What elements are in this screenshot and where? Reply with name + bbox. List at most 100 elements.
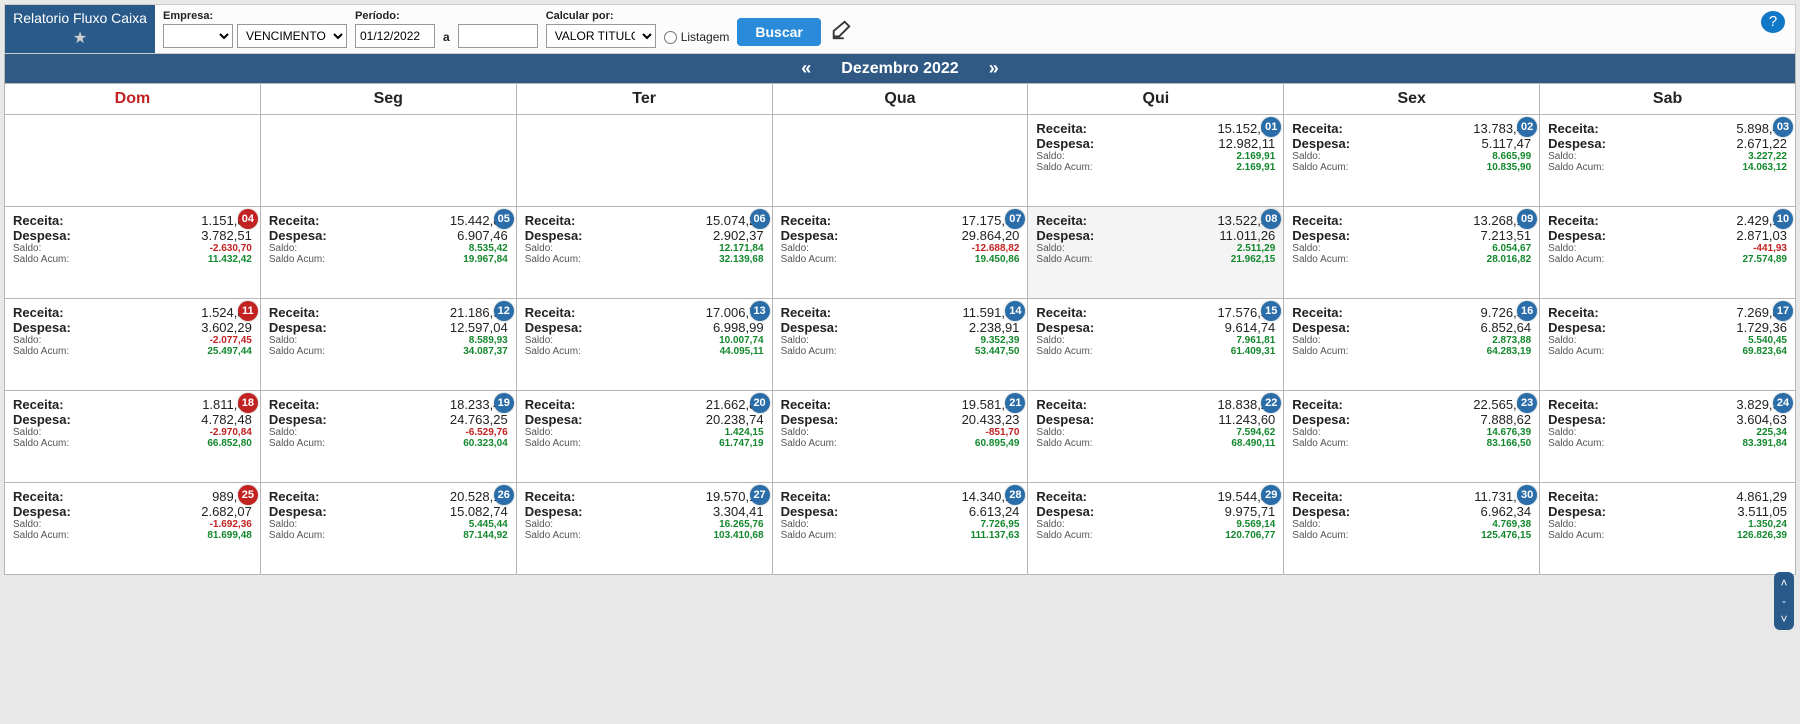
day-row: Receita:19.581,53	[781, 397, 1020, 412]
day-04[interactable]: 04Receita:1.151,81Despesa:3.782,51Saldo:…	[5, 207, 261, 299]
day-29[interactable]: 29Receita:19.544,85Despesa:9.975,71Saldo…	[1028, 483, 1284, 575]
row-label: Saldo Acum:	[1036, 438, 1092, 449]
date-from-input[interactable]	[355, 24, 435, 48]
row-label: Receita:	[1548, 397, 1599, 412]
pager-mid-icon[interactable]: -	[1782, 594, 1786, 608]
day-16[interactable]: 16Receita:9.726,52Despesa:6.852,64Saldo:…	[1284, 299, 1540, 391]
day-row: Despesa:6.613,24	[781, 504, 1020, 519]
row-value: 7.726,95	[980, 519, 1019, 530]
empresa-select[interactable]	[163, 24, 233, 48]
row-label: Saldo:	[1036, 243, 1064, 254]
prev-month-button[interactable]: «	[801, 58, 811, 79]
day-28[interactable]: 28Receita:14.340,19Despesa:6.613,24Saldo…	[773, 483, 1029, 575]
day-27[interactable]: 27Receita:19.570,17Despesa:3.304,41Saldo…	[517, 483, 773, 575]
calc-label: Calcular por:	[546, 10, 656, 22]
day-row: Saldo Acum:83.166,50	[1292, 438, 1531, 449]
day-30[interactable]: 30Receita:11.731,72Despesa:6.962,34Saldo…	[1284, 483, 1540, 575]
row-label: Despesa:	[1548, 320, 1606, 335]
day-20[interactable]: 20Receita:21.662,89Despesa:20.238,74Sald…	[517, 391, 773, 483]
day-03[interactable]: 03Receita:5.898,44Despesa:2.671,22Saldo:…	[1540, 115, 1796, 207]
day-07[interactable]: 07Receita:17.175,38Despesa:29.864,20Sald…	[773, 207, 1029, 299]
day-row: Receita:22.565,01	[1292, 397, 1531, 412]
day-02[interactable]: 02Receita:13.783,46Despesa:5.117,47Saldo…	[1284, 115, 1540, 207]
row-value: 3.604,63	[1736, 412, 1787, 427]
day-row: Saldo Acum:66.852,80	[13, 438, 252, 449]
day-12[interactable]: 12Receita:21.186,97Despesa:12.597,04Sald…	[261, 299, 517, 391]
day-06[interactable]: 06Receita:15.074,21Despesa:2.902,37Saldo…	[517, 207, 773, 299]
day-18[interactable]: 18Receita:1.811,64Despesa:4.782,48Saldo:…	[5, 391, 261, 483]
row-label: Receita:	[525, 397, 576, 412]
row-value: 10.835,90	[1487, 162, 1532, 173]
day-badge: 05	[494, 209, 514, 229]
day-26[interactable]: 26Receita:20.528,18Despesa:15.082,74Sald…	[261, 483, 517, 575]
day-row: Saldo:2.169,91	[1036, 151, 1275, 162]
next-month-button[interactable]: »	[989, 58, 999, 79]
empresa-label: Empresa:	[163, 10, 347, 22]
day-13[interactable]: 13Receita:17.006,73Despesa:6.998,99Saldo…	[517, 299, 773, 391]
day-23[interactable]: 23Receita:22.565,01Despesa:7.888,62Saldo…	[1284, 391, 1540, 483]
day-row: Despesa:7.213,51	[1292, 228, 1531, 243]
day-row: Saldo Acum:68.490,11	[1036, 438, 1275, 449]
day-row: Saldo:-441,93	[1548, 243, 1787, 254]
day-08[interactable]: 08Receita:13.522,55Despesa:11.011,26Sald…	[1028, 207, 1284, 299]
row-label: Despesa:	[1548, 228, 1606, 243]
day-badge: 28	[1005, 485, 1025, 505]
pager-up-icon[interactable]: ˄	[1780, 576, 1787, 590]
day-14[interactable]: 14Receita:11.591,30Despesa:2.238,91Saldo…	[773, 299, 1029, 391]
row-label: Despesa:	[1292, 136, 1350, 151]
row-value: 3.304,41	[713, 504, 764, 519]
day-15[interactable]: 15Receita:17.576,55Despesa:9.614,74Saldo…	[1028, 299, 1284, 391]
day-31[interactable]: Receita:4.861,29Despesa:3.511,05Saldo:1.…	[1540, 483, 1796, 575]
buscar-button[interactable]: Buscar	[737, 18, 820, 46]
row-value: 87.144,92	[463, 530, 508, 541]
favorite-star-icon[interactable]: ★	[73, 28, 87, 48]
row-label: Saldo:	[1036, 519, 1064, 530]
row-label: Despesa:	[781, 228, 839, 243]
row-label: Saldo Acum:	[781, 438, 837, 449]
day-21[interactable]: 21Receita:19.581,53Despesa:20.433,23Sald…	[773, 391, 1029, 483]
vencimento-select[interactable]: VENCIMENTO	[237, 24, 347, 48]
day-row: Saldo Acum:60.323,04	[269, 438, 508, 449]
pager-down-icon[interactable]: ˅	[1780, 612, 1787, 626]
day-badge: 20	[750, 393, 770, 413]
row-label: Saldo Acum:	[525, 530, 581, 541]
day-row: Saldo:14.676,39	[1292, 427, 1531, 438]
row-label: Saldo:	[525, 243, 553, 254]
row-label: Saldo:	[269, 335, 297, 346]
day-22[interactable]: 22Receita:18.838,22Despesa:11.243,60Sald…	[1028, 391, 1284, 483]
row-label: Saldo Acum:	[13, 530, 69, 541]
day-10[interactable]: 10Receita:2.429,10Despesa:2.871,03Saldo:…	[1540, 207, 1796, 299]
row-value: 1.729,36	[1736, 320, 1787, 335]
calc-select[interactable]: VALOR TITULO	[546, 24, 656, 48]
empty-day	[773, 115, 1029, 207]
day-row: Saldo Acum:44.095,11	[525, 346, 764, 357]
row-label: Saldo:	[1036, 151, 1064, 162]
day-01[interactable]: 01Receita:15.152,02Despesa:12.982,11Sald…	[1028, 115, 1284, 207]
listagem-radio[interactable]	[664, 31, 677, 44]
row-label: Saldo Acum:	[1548, 530, 1604, 541]
day-row: Receita:15.442,88	[269, 213, 508, 228]
day-05[interactable]: 05Receita:15.442,88Despesa:6.907,46Saldo…	[261, 207, 517, 299]
date-to-input[interactable]	[458, 24, 538, 48]
day-24[interactable]: 24Receita:3.829,97Despesa:3.604,63Saldo:…	[1540, 391, 1796, 483]
row-label: Saldo:	[525, 519, 553, 530]
help-icon[interactable]: ?	[1761, 11, 1785, 33]
row-label: Despesa:	[1548, 412, 1606, 427]
row-label: Saldo:	[13, 519, 41, 530]
row-value: 44.095,11	[720, 346, 764, 357]
day-09[interactable]: 09Receita:13.268,18Despesa:7.213,51Saldo…	[1284, 207, 1540, 299]
weekday-header: DomSegTerQuaQuiSexSab	[5, 84, 1796, 115]
day-row: Receita:15.152,02	[1036, 121, 1275, 136]
weekday-qui: Qui	[1028, 84, 1284, 115]
row-value: 6.962,34	[1481, 504, 1532, 519]
day-17[interactable]: 17Receita:7.269,81Despesa:1.729,36Saldo:…	[1540, 299, 1796, 391]
day-11[interactable]: 11Receita:1.524,84Despesa:3.602,29Saldo:…	[5, 299, 261, 391]
row-label: Despesa:	[525, 412, 583, 427]
eraser-icon[interactable]	[829, 19, 853, 46]
row-label: Saldo Acum:	[269, 530, 325, 541]
row-value: -441,93	[1753, 243, 1787, 254]
day-row: Receita:18.838,22	[1036, 397, 1275, 412]
row-label: Despesa:	[1036, 136, 1094, 151]
day-19[interactable]: 19Receita:18.233,49Despesa:24.763,25Sald…	[261, 391, 517, 483]
day-25[interactable]: 25Receita:989,71Despesa:2.682,07Saldo:-1…	[5, 483, 261, 575]
